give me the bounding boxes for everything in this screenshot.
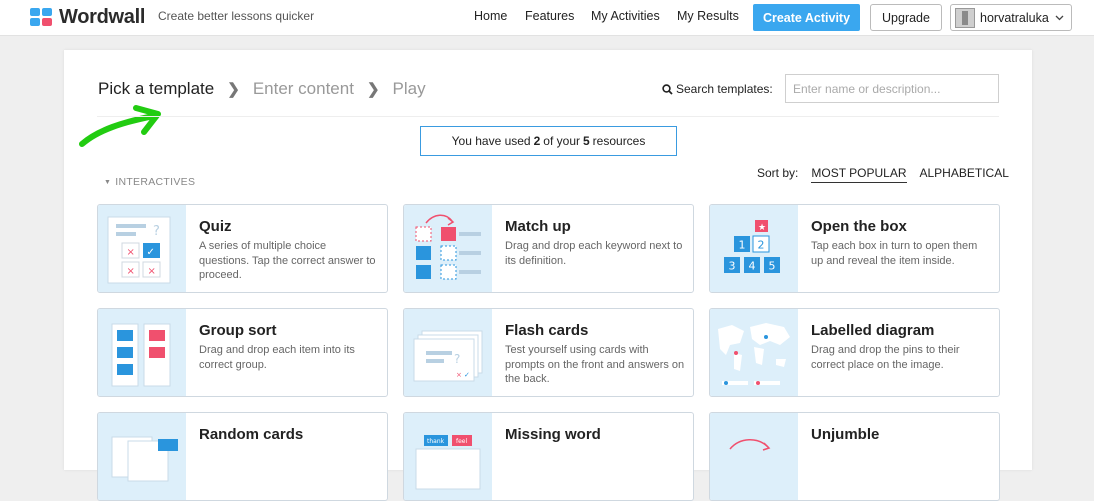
svg-text:✓: ✓ — [464, 371, 470, 379]
template-description: Tap each box in turn to open them up and… — [811, 240, 978, 267]
template-description: Test yourself using cards with prompts o… — [505, 344, 685, 385]
svg-text:4: 4 — [749, 260, 756, 273]
divider — [97, 116, 999, 117]
random-cards-icon — [98, 413, 186, 500]
sort-most-popular[interactable]: MOST POPULAR — [811, 166, 907, 183]
template-card-unjumble[interactable]: Unjumble — [709, 412, 1000, 501]
open-the-box-icon: ★ 1 2 3 4 5 — [710, 205, 798, 292]
template-title: Quiz — [199, 218, 232, 235]
template-description: Drag and drop each keyword next to its d… — [505, 240, 683, 267]
chevron-down-icon — [1055, 15, 1064, 20]
svg-text:×: × — [127, 247, 135, 258]
top-navigation-bar: Wordwall Create better lessons quicker H… — [0, 0, 1094, 36]
svg-text:1: 1 — [739, 239, 746, 252]
svg-text:★: ★ — [758, 223, 766, 233]
tagline: Create better lessons quicker — [158, 9, 315, 23]
template-card-flash-cards[interactable]: ? × ✓ Flash cards Test yourself using car… — [403, 308, 694, 397]
svg-text:×: × — [148, 266, 156, 277]
template-description: A series of multiple choice questions. T… — [199, 240, 376, 281]
step-pick-template: Pick a template — [98, 79, 215, 98]
svg-text:3: 3 — [729, 260, 736, 273]
user-menu[interactable]: horvatraluka — [950, 4, 1072, 31]
template-card-missing-word[interactable]: thank feel Missing word — [403, 412, 694, 501]
nav-home[interactable]: Home — [474, 9, 507, 23]
template-title: Open the box — [811, 218, 907, 235]
template-title: Labelled diagram — [811, 322, 935, 339]
total-count: 5 — [582, 134, 590, 148]
missing-word-icon: thank feel — [404, 413, 492, 500]
logo-text: Wordwall — [59, 6, 146, 28]
template-title: Random cards — [199, 426, 304, 443]
search-input[interactable] — [785, 74, 999, 103]
nav-my-results[interactable]: My Results — [677, 9, 739, 23]
template-card-open-the-box[interactable]: ★ 1 2 3 4 5 Open the box Tap each box in… — [709, 204, 1000, 293]
upgrade-button[interactable]: Upgrade — [870, 4, 942, 31]
svg-text:5: 5 — [769, 260, 776, 273]
svg-text:×: × — [127, 266, 135, 277]
caret-down-icon: ▼ — [104, 179, 112, 186]
create-activity-button[interactable]: Create Activity — [753, 4, 860, 31]
template-title: Group sort — [199, 322, 277, 339]
svg-text:feel: feel — [456, 438, 467, 445]
nav-my-activities[interactable]: My Activities — [591, 9, 660, 23]
template-title: Flash cards — [505, 322, 589, 339]
svg-text:✓: ✓ — [147, 247, 155, 258]
search-templates-label: Search templates: — [662, 82, 773, 96]
sort-label: Sort by: — [757, 166, 799, 180]
template-description: Drag and drop the pins to their correct … — [811, 344, 960, 371]
template-title: Missing word — [505, 426, 601, 443]
quiz-icon: ? × ✓ × × — [98, 205, 186, 292]
wordwall-logo-icon — [30, 7, 54, 28]
wordwall-logo[interactable]: Wordwall — [30, 6, 145, 29]
svg-text:thank: thank — [427, 438, 445, 445]
match-up-icon — [404, 205, 492, 292]
svg-text:?: ? — [153, 224, 160, 239]
template-card-random-cards[interactable]: Random cards — [97, 412, 388, 501]
chevron-right-icon: ❯ — [227, 81, 240, 98]
unjumble-icon — [710, 413, 798, 500]
group-sort-icon — [98, 309, 186, 396]
template-card-quiz[interactable]: ? × ✓ × × Quiz A series of multiple choi… — [97, 204, 388, 293]
section-toggle-interactives[interactable]: ▼ INTERACTIVES — [104, 176, 195, 188]
avatar — [955, 7, 975, 28]
template-title: Unjumble — [811, 426, 880, 443]
used-count: 2 — [533, 134, 541, 148]
template-description: Drag and drop each item into its correct… — [199, 344, 355, 371]
nav-features[interactable]: Features — [525, 9, 574, 23]
username: horvatraluka — [980, 10, 1049, 25]
svg-text:×: × — [456, 371, 462, 379]
sort-control: Sort by: MOST POPULAR ALPHABETICAL — [757, 166, 1009, 183]
template-title: Match up — [505, 218, 571, 235]
search-icon — [662, 83, 673, 95]
step-play: Play — [392, 79, 426, 98]
annotation-arrow-icon — [79, 105, 161, 147]
flash-cards-icon: ? × ✓ — [404, 309, 492, 396]
svg-text:?: ? — [454, 352, 460, 366]
step-enter-content: Enter content — [252, 79, 354, 98]
breadcrumb: Pick a template ❯ Enter content ❯ Play — [98, 79, 426, 99]
template-card-match-up[interactable]: Match up Drag and drop each keyword next… — [403, 204, 694, 293]
labelled-diagram-icon — [710, 309, 798, 396]
resource-usage-banner: You have used 2 of your 5 resources — [420, 126, 677, 156]
chevron-right-icon: ❯ — [366, 81, 380, 98]
template-card-group-sort[interactable]: Group sort Drag and drop each item into … — [97, 308, 388, 397]
template-card-labelled-diagram[interactable]: Labelled diagram Drag and drop the pins … — [709, 308, 1000, 397]
sort-alphabetical[interactable]: ALPHABETICAL — [920, 166, 1009, 183]
svg-text:2: 2 — [758, 239, 765, 252]
